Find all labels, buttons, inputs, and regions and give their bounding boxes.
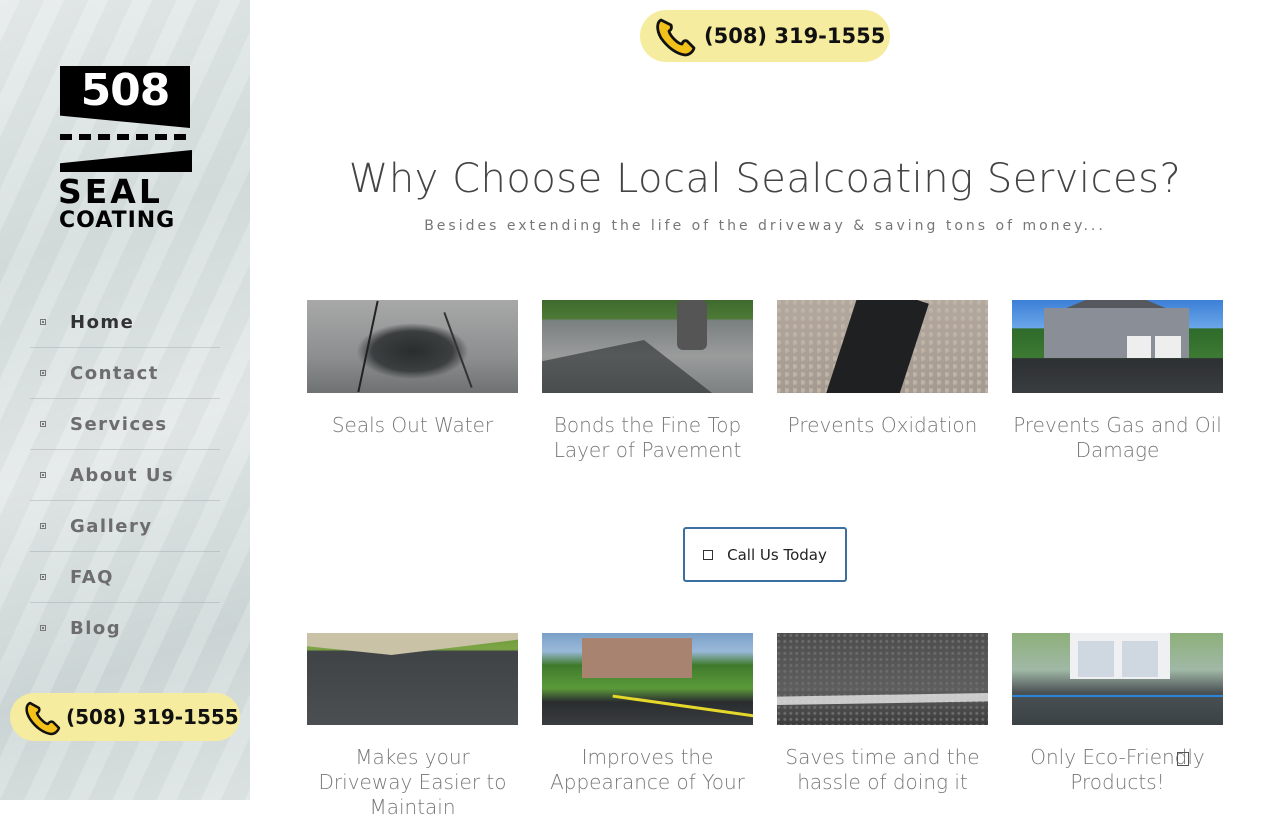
scroll-to-top-icon[interactable] (1177, 752, 1189, 766)
feature-caption: Prevents Gas and Oil Damage (1013, 413, 1222, 462)
nav-item-label: Services (70, 413, 168, 435)
nav-item-label: FAQ (70, 566, 114, 588)
feature-card: Makes your Driveway Easier to Maintain (307, 633, 518, 820)
site-logo[interactable]: 508 SEAL COATING (58, 64, 193, 234)
logo-number: 508 (60, 66, 190, 128)
square-bullet-icon (40, 319, 46, 325)
phone-handset-icon (656, 18, 696, 57)
square-bullet-icon (40, 370, 46, 376)
feature-caption: Improves the Appearance of Your (550, 745, 745, 794)
feature-card: Saves time and the hassle of doing it (777, 633, 988, 795)
feature-card: Prevents Oxidation (777, 300, 988, 438)
nav-item-services[interactable]: Services (30, 399, 220, 450)
sidebar-phone-button[interactable]: (508) 319-1555 (10, 693, 240, 741)
header-phone-number: (508) 319-1555 (704, 24, 886, 48)
feature-image-water (307, 300, 518, 393)
feature-caption: Only Eco-Friendly Products! (1030, 745, 1205, 794)
phone-icon (703, 549, 714, 560)
feature-image-oxidation (777, 300, 988, 393)
header-phone-button[interactable]: (508) 319-1555 (640, 10, 890, 62)
main-nav: Home Contact Services About Us Gallery F… (30, 297, 220, 653)
feature-image-maintain (307, 633, 518, 725)
feature-card: Improves the Appearance of Your (542, 633, 753, 795)
square-bullet-icon (40, 523, 46, 529)
feature-image-bonds (542, 300, 753, 393)
nav-item-blog[interactable]: Blog (30, 603, 220, 653)
feature-caption: Saves time and the hassle of doing it (785, 745, 980, 794)
square-bullet-icon (40, 625, 46, 631)
feature-image-appearance (542, 633, 753, 725)
square-bullet-icon (40, 421, 46, 427)
feature-caption: Prevents Oxidation (787, 413, 978, 437)
page-title: Why Choose Local Sealcoating Services? (348, 156, 1182, 202)
feature-image-gas-oil (1012, 300, 1223, 393)
logo-wedge (60, 150, 192, 172)
nav-item-label: Gallery (70, 515, 153, 537)
feature-image-eco (1012, 633, 1223, 725)
feature-card: Bonds the Fine Top Layer of Pavement (542, 300, 753, 463)
nav-item-label: Blog (70, 617, 122, 639)
feature-card: Only Eco-Friendly Products! (1012, 633, 1223, 795)
call-us-today-label: Call Us Today (727, 545, 827, 564)
logo-word-coating: COATING (59, 208, 176, 233)
call-us-today-button[interactable]: Call Us Today (683, 527, 847, 582)
sidebar: 508 SEAL COATING Home Contact Services A… (0, 0, 250, 800)
nav-item-label: Home (70, 311, 135, 333)
feature-card: Seals Out Water (307, 300, 518, 438)
feature-image-saves-time (777, 633, 988, 725)
square-bullet-icon (40, 574, 46, 580)
nav-item-label: Contact (70, 362, 159, 384)
feature-caption: Seals Out Water (331, 413, 494, 437)
feature-caption: Makes your Driveway Easier to Maintain (318, 745, 507, 819)
sidebar-phone-number: (508) 319-1555 (66, 705, 239, 729)
nav-item-faq[interactable]: FAQ (30, 552, 220, 603)
phone-handset-icon (25, 701, 61, 736)
page-subtitle: Besides extending the life of the drivew… (424, 218, 1106, 234)
nav-item-about-us[interactable]: About Us (30, 450, 220, 501)
logo-word-seal: SEAL (58, 172, 163, 211)
logo-dashes (60, 134, 192, 140)
nav-item-label: About Us (70, 464, 175, 486)
nav-item-contact[interactable]: Contact (30, 348, 220, 399)
feature-caption: Bonds the Fine Top Layer of Pavement (553, 413, 742, 462)
feature-card: Prevents Gas and Oil Damage (1012, 300, 1223, 463)
nav-item-home[interactable]: Home (30, 297, 220, 348)
nav-item-gallery[interactable]: Gallery (30, 501, 220, 552)
square-bullet-icon (40, 472, 46, 478)
